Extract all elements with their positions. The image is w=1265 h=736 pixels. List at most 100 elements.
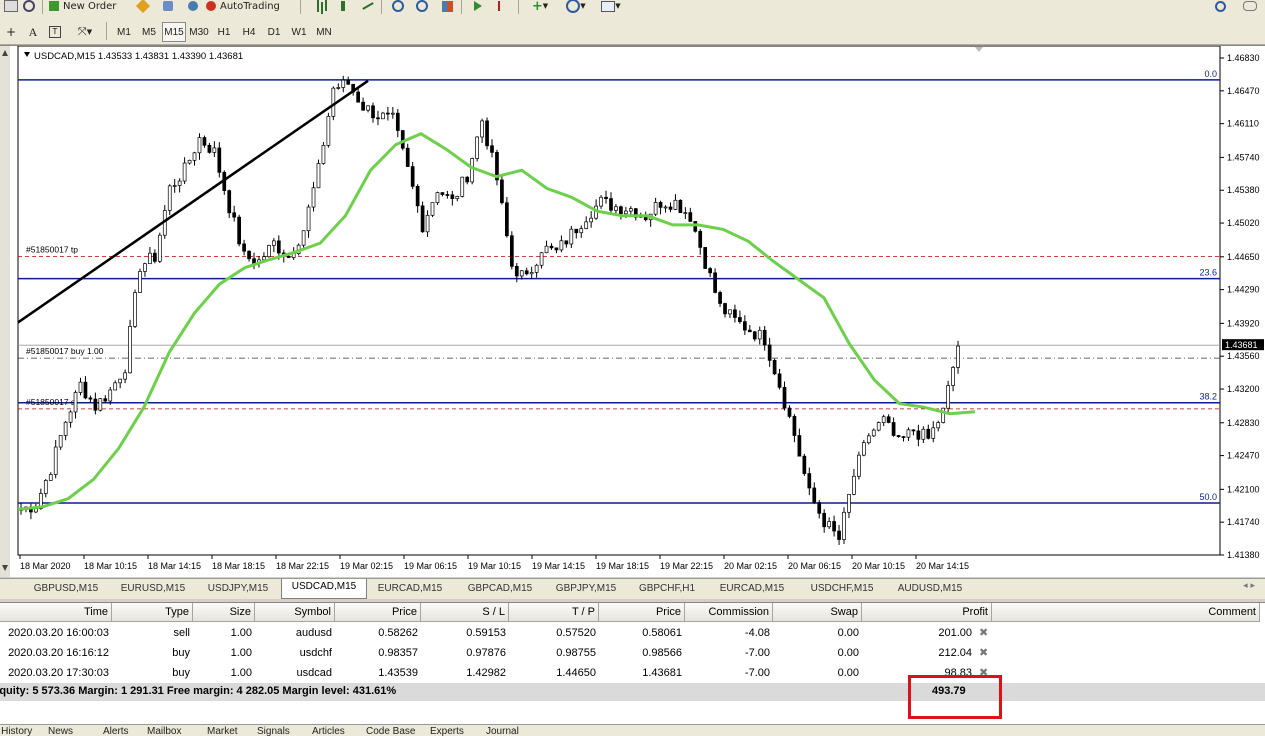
column-header[interactable]: Profit bbox=[862, 603, 992, 622]
tab-scroll-arrows-icon[interactable]: ◂ ▸ bbox=[1243, 581, 1255, 591]
search-icon[interactable] bbox=[1210, 0, 1230, 16]
terminal-trade-panel: Time Type Size Symbol Price S / LT / P Price Co… bbox=[0, 602, 1265, 736]
tile-windows-icon[interactable] bbox=[437, 0, 457, 16]
y-tick-label: 1.46470 bbox=[1227, 86, 1260, 96]
trade-row[interactable]: 2020.03.20 16:16:12 buy 1.00 usdchf 0.98357 0… bbox=[0, 643, 1265, 663]
y-tick-label: 1.45020 bbox=[1227, 218, 1260, 228]
line-chart-icon[interactable] bbox=[358, 0, 378, 16]
text-label-icon[interactable]: T bbox=[46, 22, 64, 42]
column-header[interactable]: Symbol bbox=[255, 603, 335, 622]
history-icon[interactable] bbox=[158, 0, 178, 16]
chevron-down-icon: ▼ bbox=[542, 2, 549, 10]
cell-tp: 1.44650 bbox=[556, 667, 596, 679]
new-order-button[interactable]: New Order bbox=[48, 0, 130, 16]
timeframe-m5[interactable]: M5 bbox=[137, 22, 161, 42]
timeframe-h1[interactable]: H1 bbox=[212, 22, 236, 42]
chart-tab[interactable]: USDCAD,M15 bbox=[281, 579, 367, 599]
candle-body bbox=[946, 385, 950, 409]
toolbar-icon[interactable] bbox=[2, 0, 20, 16]
candle-body bbox=[405, 147, 410, 167]
candle-body bbox=[708, 268, 712, 274]
cell-swap: 0.00 bbox=[837, 667, 859, 679]
candle-body bbox=[896, 435, 901, 437]
candle-body bbox=[827, 521, 831, 528]
candle-body bbox=[247, 250, 251, 260]
candle-body bbox=[772, 360, 777, 375]
candle-body bbox=[341, 79, 346, 88]
candle-body bbox=[148, 252, 152, 265]
column-header[interactable]: Price bbox=[335, 603, 421, 622]
zoom-in-icon[interactable] bbox=[388, 0, 408, 16]
timeframe-mn[interactable]: MN bbox=[312, 22, 336, 42]
price-chart[interactable]: 1.46830 1.46470 1.46110 1.45740 1.45380 1.450… bbox=[0, 46, 1265, 577]
globe-icon[interactable] bbox=[183, 0, 203, 16]
candle-body bbox=[93, 398, 98, 411]
column-header[interactable]: Commission bbox=[685, 603, 773, 622]
x-tick-label: 18 Mar 14:15 bbox=[148, 561, 201, 571]
y-tick-label: 1.45380 bbox=[1227, 185, 1260, 195]
templates-dropdown[interactable]: ▼ bbox=[595, 0, 627, 16]
x-tick-label: 20 Mar 10:15 bbox=[852, 561, 905, 571]
periods-dropdown[interactable]: ▼ bbox=[560, 0, 592, 16]
chart-tab[interactable]: EURUSD,M15 bbox=[111, 581, 195, 597]
magnifier-icon[interactable] bbox=[20, 0, 38, 16]
column-header[interactable]: Size bbox=[193, 603, 255, 622]
indicators-dropdown[interactable]: + ▼ bbox=[525, 0, 555, 16]
y-tick-label: 1.44290 bbox=[1227, 285, 1260, 295]
chart-window[interactable]: 1.46830 1.46470 1.46110 1.45740 1.45380 1.450… bbox=[0, 45, 1265, 577]
trade-row[interactable]: 2020.03.20 16:00:03 sell 1.00 audusd 0.58262… bbox=[0, 623, 1265, 643]
bar-chart-icon[interactable] bbox=[308, 0, 328, 16]
trade-row[interactable]: 2020.03.20 17:30:03 buy 1.00 usdcad 1.43539 1… bbox=[0, 663, 1265, 683]
chart-shift-icon[interactable] bbox=[494, 0, 514, 16]
timeframe-h4[interactable]: H4 bbox=[237, 22, 261, 42]
chart-tab[interactable]: GBPUSD,M15 bbox=[22, 581, 110, 597]
candle-body bbox=[306, 206, 311, 232]
column-header[interactable]: T / P bbox=[509, 603, 599, 622]
chart-tab[interactable]: EURCAD,M15 bbox=[708, 581, 796, 597]
timeframe-m15[interactable]: M15 bbox=[162, 22, 186, 42]
column-header[interactable]: S / L bbox=[421, 603, 509, 622]
auto-scroll-icon[interactable] bbox=[468, 0, 488, 16]
timeframe-d1[interactable]: D1 bbox=[262, 22, 286, 42]
candle-body bbox=[286, 255, 291, 258]
text-tool-icon[interactable]: A bbox=[24, 22, 42, 42]
cell-type: buy bbox=[172, 647, 190, 659]
column-header[interactable]: Comment bbox=[992, 603, 1260, 622]
candle-body bbox=[475, 136, 479, 159]
candle-body bbox=[113, 382, 118, 391]
chart-tab[interactable]: USDJPY,M15 bbox=[196, 581, 280, 597]
candle-body bbox=[534, 264, 539, 273]
chat-icon[interactable] bbox=[1238, 0, 1262, 16]
candle-body bbox=[743, 321, 747, 331]
close-order-icon[interactable]: ✖ bbox=[979, 646, 988, 659]
metaeditor-icon[interactable] bbox=[133, 0, 153, 16]
candle-body bbox=[336, 87, 341, 89]
candlestick-icon[interactable] bbox=[333, 0, 353, 16]
timeframe-m30[interactable]: M30 bbox=[187, 22, 211, 42]
close-order-icon[interactable]: ✖ bbox=[979, 626, 988, 639]
column-header[interactable]: Price bbox=[599, 603, 685, 622]
chart-tab[interactable]: GBPCAD,M15 bbox=[455, 581, 545, 597]
fib-level-label: 0.0 bbox=[1204, 69, 1217, 79]
x-tick-label: 20 Mar 02:15 bbox=[724, 561, 777, 571]
candle-body bbox=[217, 147, 222, 173]
chart-tab[interactable]: EURCAD,M15 bbox=[366, 581, 454, 597]
candle-body bbox=[455, 196, 460, 199]
shapes-dropdown[interactable]: ⤧ ▼ bbox=[70, 22, 100, 42]
chart-tab[interactable]: AUDUSD,M15 bbox=[888, 581, 972, 597]
column-header[interactable]: Type bbox=[112, 603, 193, 622]
chart-tab[interactable]: GBPJPY,M15 bbox=[546, 581, 626, 597]
crosshair-icon[interactable]: + bbox=[2, 22, 20, 42]
chart-tab[interactable]: GBPCHF,H1 bbox=[627, 581, 707, 597]
zoom-out-icon[interactable] bbox=[412, 0, 432, 16]
cell-commission: -7.00 bbox=[744, 667, 770, 679]
timeframe-m1[interactable]: M1 bbox=[112, 22, 136, 42]
column-header[interactable]: Time bbox=[0, 603, 112, 622]
candle-body bbox=[376, 117, 380, 120]
candle-body bbox=[153, 252, 157, 262]
column-header[interactable]: Swap bbox=[773, 603, 862, 622]
autotrading-button[interactable]: AutoTrading bbox=[205, 0, 295, 16]
candle-body bbox=[733, 309, 737, 318]
chart-tab[interactable]: USDCHF,M15 bbox=[797, 581, 887, 597]
timeframe-w1[interactable]: W1 bbox=[287, 22, 311, 42]
